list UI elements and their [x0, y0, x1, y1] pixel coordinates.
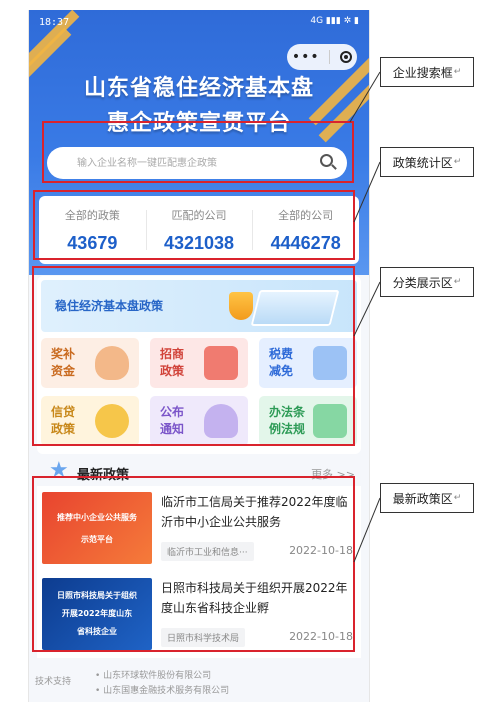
- callout-latest: 最新政策区 ↵: [380, 483, 474, 513]
- connector-line: [349, 71, 381, 123]
- callout-search: 企业搜索框 ↵: [380, 57, 474, 87]
- connector-line: [353, 497, 381, 563]
- callout-category: 分类展示区 ↵: [380, 267, 474, 297]
- connector-line: [353, 161, 381, 223]
- callout-connectors: [349, 71, 381, 563]
- connector-line: [353, 281, 381, 337]
- callout-stats: 政策统计区 ↵: [380, 147, 474, 177]
